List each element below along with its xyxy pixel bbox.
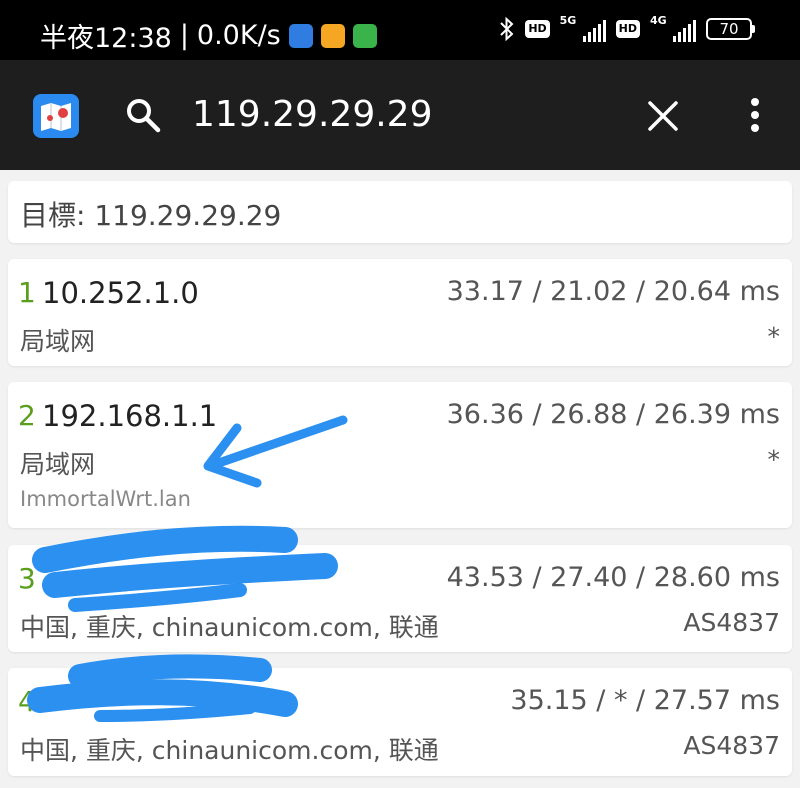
redaction-scribble-hop4 (27, 654, 298, 722)
redaction-scribble-hop3 (32, 525, 338, 612)
annotation-arrow-icon (203, 415, 348, 488)
annotation-overlay (27, 415, 348, 722)
